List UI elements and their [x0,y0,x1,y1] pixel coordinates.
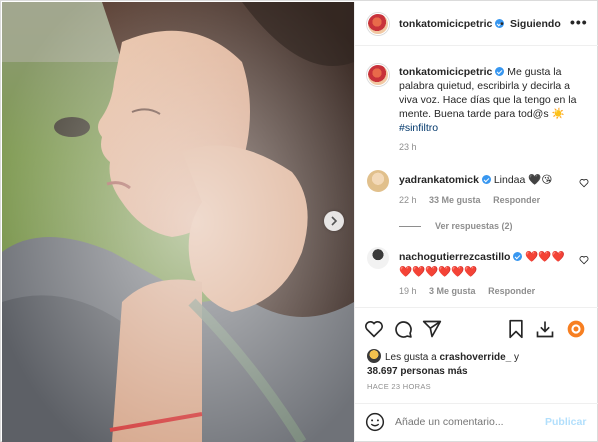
comment-time: 19 h [399,286,417,296]
comment-username[interactable]: nachogutierrezcastillo [399,251,510,263]
heart-icon[interactable] [363,318,385,340]
verified-icon [495,67,505,76]
comment-input[interactable] [395,416,535,428]
next-photo-button[interactable] [324,211,344,231]
reply-button[interactable]: Responder [493,195,540,205]
comment-icon[interactable] [392,318,414,340]
like-comment-heart-icon[interactable] [579,255,589,268]
view-replies-label[interactable]: Ver respuestas (2) [435,221,513,231]
bookmark-icon[interactable] [505,318,527,340]
comment-body: Lindaa 🖤😘 [493,174,553,186]
emoji-icon[interactable] [365,412,385,432]
commenter-avatar[interactable] [367,170,389,192]
post-window: tonkatomicicpetric • Siguiendo ••• tonka… [0,0,598,442]
post-photo[interactable] [2,2,354,442]
reply-button[interactable]: Responder [488,286,535,296]
photo-illustration [2,2,354,442]
commenter-avatar[interactable] [367,247,389,269]
likes-summary: Les gusta a crashoverride_ y 38.697 pers… [367,349,519,379]
comment-likes[interactable]: 33 Me gusta [429,195,481,205]
caption-time: 23 h [399,142,417,152]
verified-icon [513,252,523,261]
post-timestamp[interactable]: HACE 23 HORAS [367,382,431,391]
comment-form: Publicar [355,403,598,442]
likes-connector: y [514,352,519,363]
likes-prefix: Les gusta a [385,352,437,363]
following-button[interactable]: Siguiendo [510,18,561,30]
liker-avatar[interactable] [367,349,381,363]
header-separator: • [500,18,504,30]
comment-text: yadrankatomick Lindaa 🖤😘 [399,173,569,188]
liker-username[interactable]: crashoverride_ [440,352,512,363]
more-icon[interactable]: ••• [570,14,588,30]
download-icon[interactable] [534,318,556,340]
publish-button[interactable]: Publicar [545,416,586,428]
author-avatar[interactable] [367,13,389,35]
verified-icon [481,175,491,184]
post-header: tonkatomicicpetric • Siguiendo ••• [355,2,598,46]
post-actions: Les gusta a crashoverride_ y 38.697 pers… [355,307,598,403]
like-comment-heart-icon[interactable] [579,178,589,191]
likes-others[interactable]: 38.697 personas más [367,366,468,377]
caption-username[interactable]: tonkatomicicpetric [399,66,492,78]
comment-likes[interactable]: 3 Me gusta [429,286,476,296]
author-username[interactable]: tonkatomicicpetric [399,18,505,30]
chevron-right-icon [331,216,338,226]
comment-time: 22 h [399,195,417,205]
caption-text: tonkatomicicpetric Me gusta la palabra q… [399,65,591,135]
replies-line [399,225,421,227]
comment-username[interactable]: yadrankatomick [399,174,479,186]
comment-text: nachogutierrezcastillo ❤️❤️❤️ ❤️❤️❤️❤️❤️… [399,250,569,280]
extension-icon[interactable] [565,318,587,340]
view-replies-button[interactable]: Ver respuestas (2) [399,221,513,231]
post-side-panel: tonkatomicicpetric • Siguiendo ••• tonka… [354,2,598,442]
share-icon[interactable] [421,318,443,340]
caption-hashtag[interactable]: #sinfiltro [399,122,438,134]
comment-meta: 19 h 3 Me gusta Responder [399,286,545,296]
caption-avatar[interactable] [367,64,389,86]
comment-meta: 22 h 33 Me gusta Responder [399,195,550,205]
